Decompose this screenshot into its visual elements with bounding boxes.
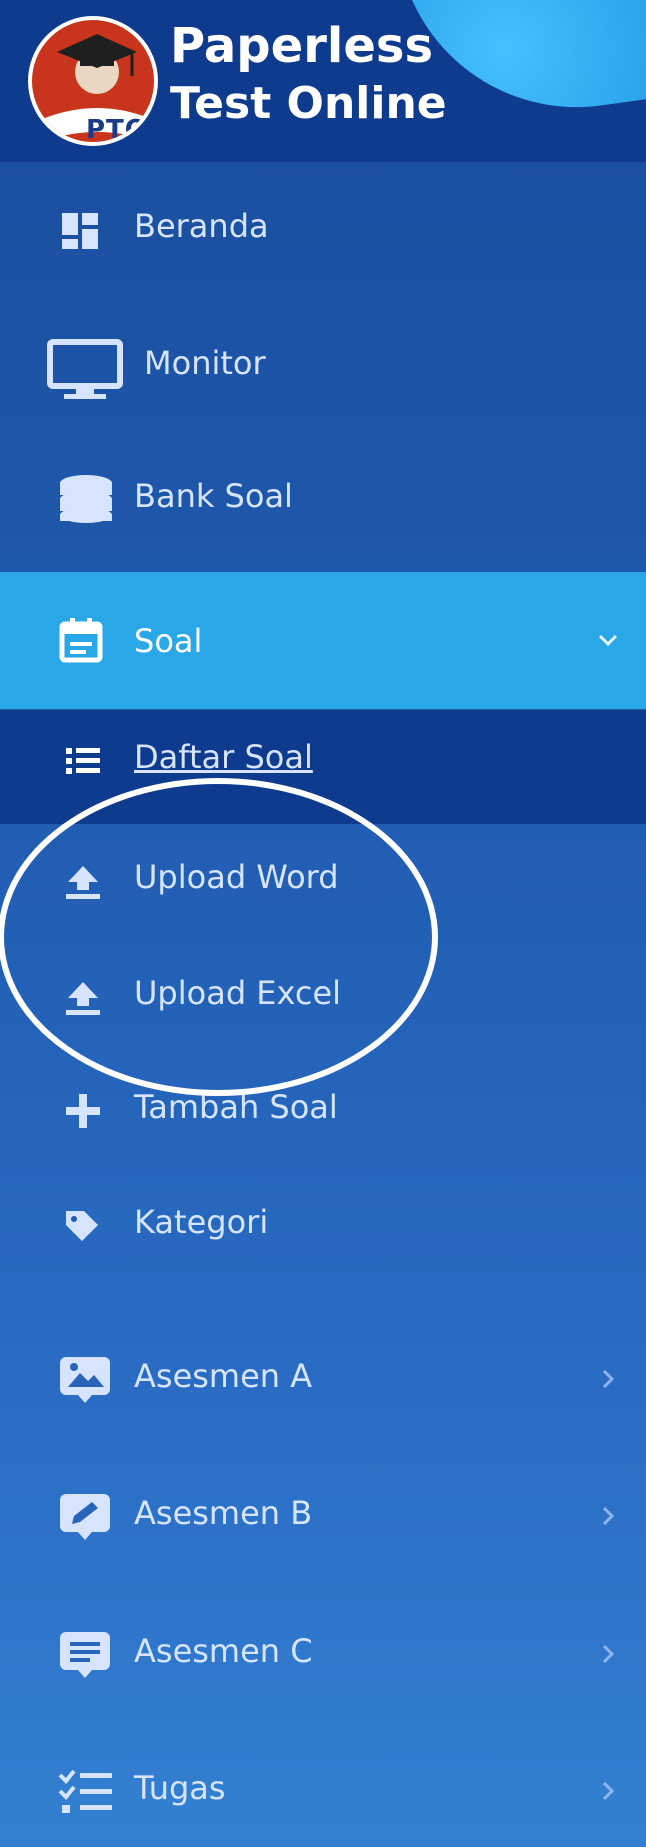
sidebar-item-beranda[interactable]: Beranda: [0, 175, 646, 285]
submenu-item-label: Kategori: [134, 1203, 269, 1241]
dashboard-icon: [62, 213, 98, 249]
tags-icon: [66, 1211, 98, 1241]
image-icon: [60, 1357, 110, 1403]
plus-icon: [66, 1094, 100, 1128]
chevron-down-icon[interactable]: [596, 624, 620, 656]
sidebar-item-asesmen-b[interactable]: Asesmen B: [0, 1462, 646, 1572]
chevron-right-icon[interactable]: [596, 1775, 620, 1807]
sidebar-item-label: Tugas: [134, 1769, 226, 1807]
sidebar-item-asesmen-a[interactable]: Asesmen A: [0, 1325, 646, 1435]
sidebar: PTO Paperless Test Online Beranda Monito…: [0, 0, 646, 1847]
sidebar-item-asesmen-c[interactable]: Asesmen C: [0, 1600, 646, 1710]
brand-title-line2: Test Online: [170, 78, 447, 129]
sidebar-item-label: Asesmen B: [134, 1494, 313, 1532]
list-icon: [66, 748, 100, 774]
submenu-item-label: Daftar Soal: [134, 738, 313, 776]
app-logo[interactable]: PTO: [28, 16, 158, 146]
brand-title-line1: Paperless: [170, 18, 434, 74]
highlight-ellipse: [0, 778, 438, 1096]
pencil-icon: [60, 1494, 110, 1540]
chevron-right-icon[interactable]: [596, 1363, 620, 1395]
logo-abbrev: PTO: [86, 115, 148, 145]
chevron-right-icon[interactable]: [596, 1638, 620, 1670]
sidebar-item-tugas[interactable]: Tugas: [0, 1737, 646, 1847]
database-icon: [60, 475, 112, 523]
monitor-icon: [47, 339, 123, 399]
sidebar-item-label: Monitor: [144, 344, 266, 382]
sidebar-item-label: Asesmen A: [134, 1357, 313, 1395]
sidebar-item-label: Bank Soal: [134, 477, 293, 515]
sidebar-header: PTO Paperless Test Online: [0, 0, 646, 162]
checklist-icon: [58, 1769, 112, 1813]
chevron-right-icon[interactable]: [596, 1500, 620, 1532]
sidebar-item-bank-soal[interactable]: Bank Soal: [0, 445, 646, 555]
sidebar-item-monitor[interactable]: Monitor: [0, 312, 646, 422]
submenu-item-kategori[interactable]: Kategori: [0, 1175, 646, 1285]
chat-icon: [60, 1632, 110, 1678]
sidebar-item-label: Soal: [134, 622, 203, 660]
sidebar-item-soal[interactable]: Soal: [0, 572, 646, 709]
calendar-icon: [59, 618, 103, 663]
sidebar-item-label: Beranda: [134, 207, 269, 245]
sidebar-item-label: Asesmen C: [134, 1632, 313, 1670]
